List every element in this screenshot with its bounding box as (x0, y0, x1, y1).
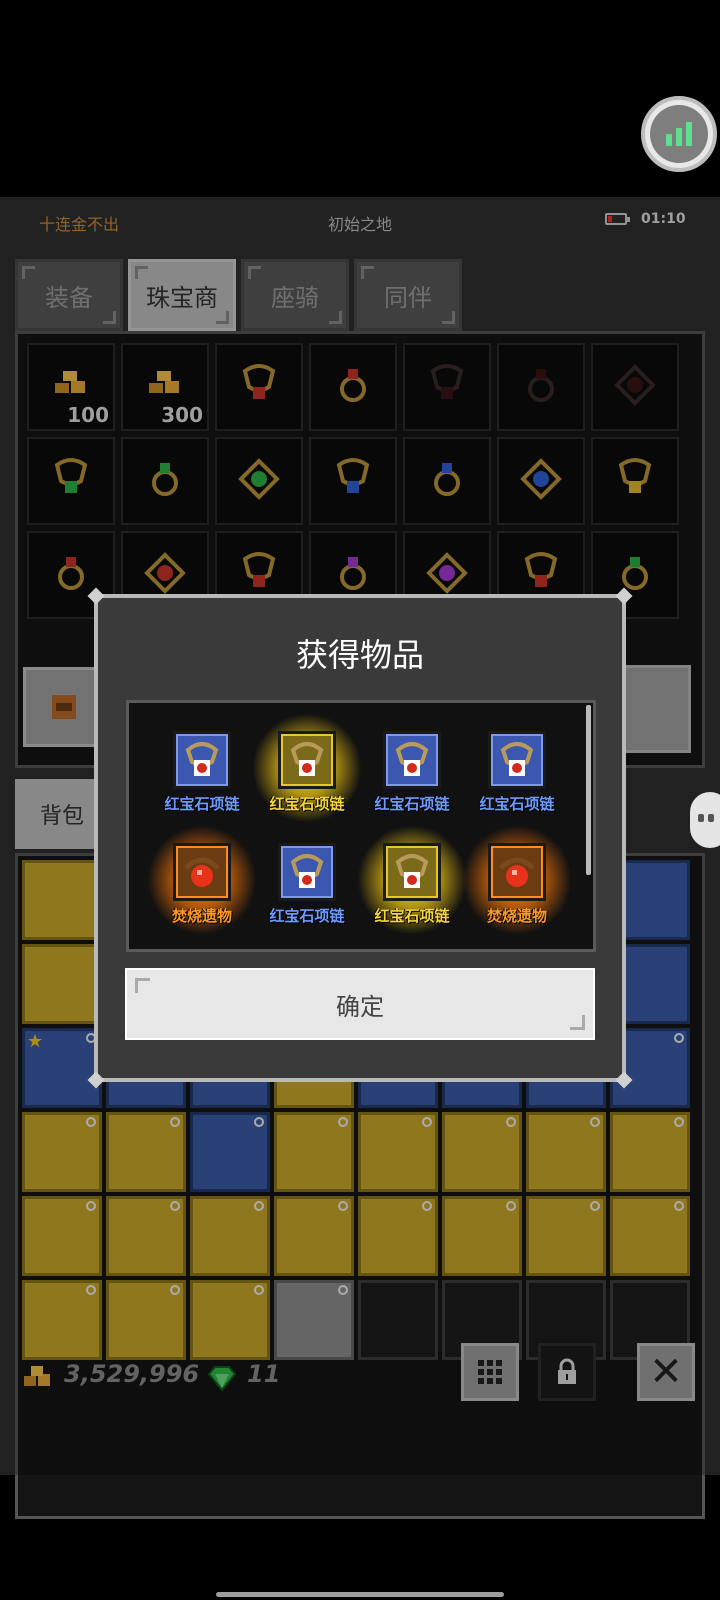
ruby-necklace-icon (278, 731, 336, 789)
relic-icon (488, 843, 546, 901)
obtained-item[interactable]: 红宝石项链 (252, 713, 362, 823)
top-black-area (0, 0, 720, 197)
ruby-necklace-icon (383, 731, 441, 789)
obtained-items-list[interactable]: 红宝石项链 红宝石项链 红宝石项链 红宝石项链 焚烧遗物 红宝石项链 红宝石项链 焚烧遗物 (126, 700, 596, 952)
obtained-item[interactable]: 红宝石项链 (147, 713, 257, 823)
obtained-item[interactable]: 焚烧遗物 (462, 825, 572, 935)
side-drawer-handle[interactable] (690, 792, 720, 848)
obtained-item[interactable]: 红宝石项链 (252, 825, 362, 935)
confirm-button[interactable]: 确定 (125, 968, 595, 1040)
obtained-item[interactable]: 红宝石项链 (462, 713, 572, 823)
obtained-item[interactable]: 焚烧遗物 (147, 825, 257, 935)
ruby-necklace-icon (173, 731, 231, 789)
home-indicator[interactable] (216, 1592, 504, 1597)
item-obtained-dialog: 获得物品 红宝石项链 红宝石项链 红宝石项链 红宝石项链 焚烧遗物 红宝石项链 红宝石项链焚… (87, 587, 633, 1089)
floating-stats-button[interactable] (641, 96, 717, 172)
obtained-item-name: 红宝石项链 (479, 795, 555, 813)
obtained-item[interactable]: 红宝石项链 (357, 713, 467, 823)
dialog-title: 获得物品 (295, 636, 424, 674)
obtained-item[interactable]: 红宝石项链 (357, 825, 467, 935)
obtained-item-name: 焚烧遗物 (486, 907, 547, 925)
ruby-necklace-icon (383, 843, 441, 901)
loot-scrollbar[interactable] (586, 705, 591, 875)
ruby-necklace-icon (278, 843, 336, 901)
relic-icon (173, 843, 231, 901)
ruby-necklace-icon (488, 731, 546, 789)
bar-chart-icon (650, 105, 708, 163)
